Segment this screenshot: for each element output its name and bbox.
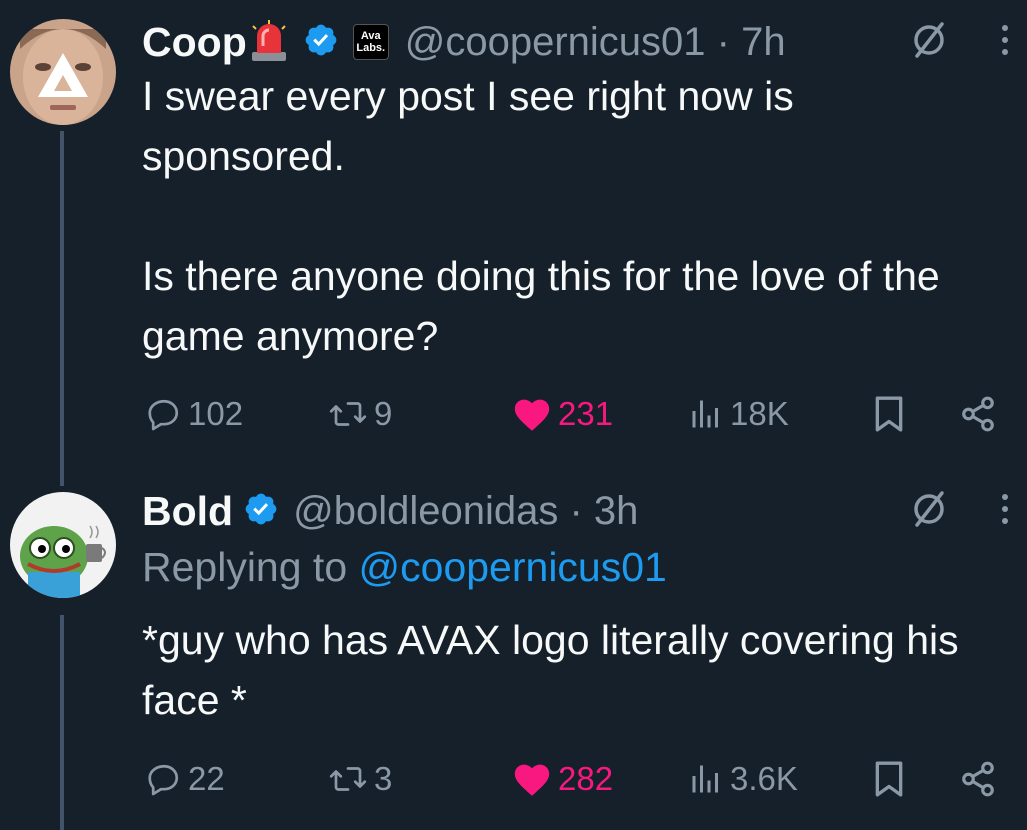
conversation-thread: Coop Ava Labs. @coopernicus01 · 7h I swe…	[0, 0, 1027, 830]
repost-count: 3	[374, 760, 393, 797]
bookmark-button[interactable]	[872, 392, 906, 436]
grok-icon[interactable]	[909, 489, 949, 534]
affiliate-badge-line: Ava	[360, 30, 381, 42]
avatar-image	[10, 492, 116, 598]
share-button[interactable]	[959, 757, 997, 801]
affiliate-badge[interactable]: Ava Labs.	[352, 24, 389, 60]
views-count: 18K	[730, 395, 789, 432]
views-button[interactable]: 18K	[688, 392, 789, 436]
like-count: 282	[558, 760, 614, 797]
repost-button[interactable]: 3	[328, 757, 392, 801]
reply-icon	[148, 764, 179, 796]
siren-icon	[249, 18, 289, 67]
tweet-paragraph: *guy who has AVAX logo literally coverin…	[142, 617, 959, 723]
bookmark-button[interactable]	[872, 757, 906, 801]
like-button[interactable]: 231	[512, 392, 613, 436]
reply-count: 22	[188, 760, 225, 797]
views-button[interactable]: 3.6K	[688, 757, 798, 801]
thread-connector-line	[60, 615, 64, 830]
tweet-actions: 102 9 231 18K	[142, 392, 1015, 436]
repost-count: 9	[374, 395, 393, 432]
tweet-header: Bold @boldleonidas · 3h	[142, 485, 1015, 537]
grok-icon[interactable]	[909, 20, 949, 65]
thread-connector-line	[60, 131, 64, 486]
like-button[interactable]: 282	[512, 757, 613, 801]
handle-and-time[interactable]: @boldleonidas · 3h	[293, 489, 638, 534]
heart-filled-icon	[514, 764, 550, 796]
avatar-image	[10, 19, 116, 125]
share-icon	[962, 396, 994, 432]
avatar[interactable]	[10, 492, 116, 598]
more-options-icon[interactable]	[999, 22, 1011, 63]
views-chart-icon	[692, 400, 718, 428]
tweet-header: Coop Ava Labs. @coopernicus01 · 7h	[142, 16, 1015, 68]
replying-to-label: Replying to	[142, 544, 348, 590]
repost-icon	[329, 767, 367, 791]
replying-to-mention-link[interactable]: @coopernicus01	[359, 544, 667, 590]
tweet[interactable]: Coop Ava Labs. @coopernicus01 · 7h I swe…	[0, 0, 1027, 486]
display-name[interactable]: Bold	[142, 488, 233, 535]
reply-button[interactable]: 22	[146, 757, 225, 801]
bookmark-icon	[875, 396, 903, 432]
heart-filled-icon	[514, 399, 550, 431]
repost-button[interactable]: 9	[328, 392, 392, 436]
share-button[interactable]	[959, 392, 997, 436]
avatar[interactable]	[10, 19, 116, 125]
verified-badge-icon[interactable]	[243, 491, 279, 532]
tweet-text: *guy who has AVAX logo literally coverin…	[142, 610, 997, 730]
reply-icon	[148, 399, 179, 431]
handle-and-time[interactable]: @coopernicus01 · 7h	[405, 20, 786, 65]
display-name[interactable]: Coop	[142, 19, 247, 66]
bookmark-icon	[875, 761, 903, 797]
views-count: 3.6K	[730, 760, 798, 797]
tweet-paragraph: I swear every post I see right now is sp…	[142, 73, 794, 179]
tweet-text: I swear every post I see right now is sp…	[142, 66, 997, 366]
share-icon	[962, 761, 994, 797]
repost-icon	[329, 402, 367, 426]
affiliate-badge-line: Labs.	[356, 42, 386, 54]
like-count: 231	[558, 395, 614, 432]
tweet-paragraph: Is there anyone doing this for the love …	[142, 253, 940, 359]
reply-button[interactable]: 102	[146, 392, 243, 436]
reply-count: 102	[188, 395, 244, 432]
replying-to-line: Replying to @coopernicus01	[142, 544, 667, 591]
tweet[interactable]: Bold @boldleonidas · 3h Replying to @coo…	[0, 475, 1027, 830]
more-options-icon[interactable]	[999, 491, 1011, 532]
verified-badge-icon[interactable]	[303, 22, 339, 63]
views-chart-icon	[692, 765, 718, 793]
tweet-actions: 22 3 282 3.6K	[142, 757, 1015, 801]
